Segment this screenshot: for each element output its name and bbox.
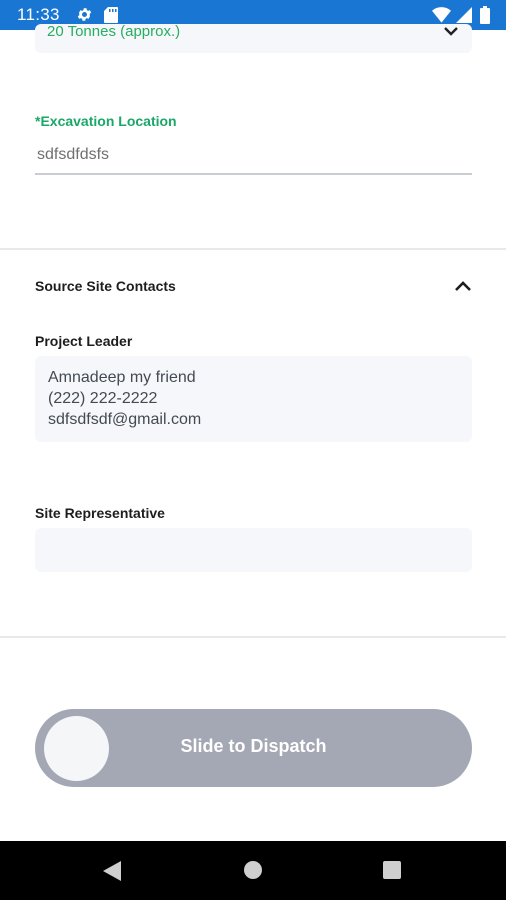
home-icon[interactable] bbox=[244, 861, 262, 879]
excavation-location-input[interactable]: sdfsdfdsfs bbox=[35, 140, 472, 175]
dispatch-slider[interactable]: Slide to Dispatch bbox=[35, 709, 472, 787]
navigation-bar bbox=[0, 841, 506, 900]
site-representative-card[interactable] bbox=[35, 528, 472, 572]
project-leader-label: Project Leader bbox=[35, 333, 133, 349]
project-leader-card[interactable]: Amnadeep my friend (222) 222-2222 sdfsdf… bbox=[35, 356, 472, 442]
project-leader-phone: (222) 222-2222 bbox=[48, 390, 158, 407]
excavation-location-label: *Excavation Location bbox=[35, 113, 177, 129]
recent-apps-icon[interactable] bbox=[383, 861, 401, 879]
chevron-down-icon bbox=[444, 24, 458, 42]
section-divider bbox=[0, 636, 506, 638]
chevron-up-icon[interactable] bbox=[454, 279, 472, 297]
project-leader-email: sdfsdfsdf@gmail.com bbox=[48, 411, 202, 428]
status-time: 11:33 bbox=[17, 5, 60, 24]
site-representative-label: Site Representative bbox=[35, 505, 165, 521]
source-site-contacts-title: Source Site Contacts bbox=[35, 278, 176, 294]
project-leader-name: Amnadeep my friend bbox=[48, 369, 196, 386]
back-icon[interactable] bbox=[103, 861, 121, 886]
quantity-select-value: 20 Tonnes (approx.) bbox=[47, 24, 181, 40]
battery-icon bbox=[480, 6, 490, 29]
section-divider bbox=[0, 248, 506, 250]
quantity-select[interactable]: 20 Tonnes (approx.) bbox=[35, 24, 472, 53]
slider-label: Slide to Dispatch bbox=[180, 736, 327, 756]
